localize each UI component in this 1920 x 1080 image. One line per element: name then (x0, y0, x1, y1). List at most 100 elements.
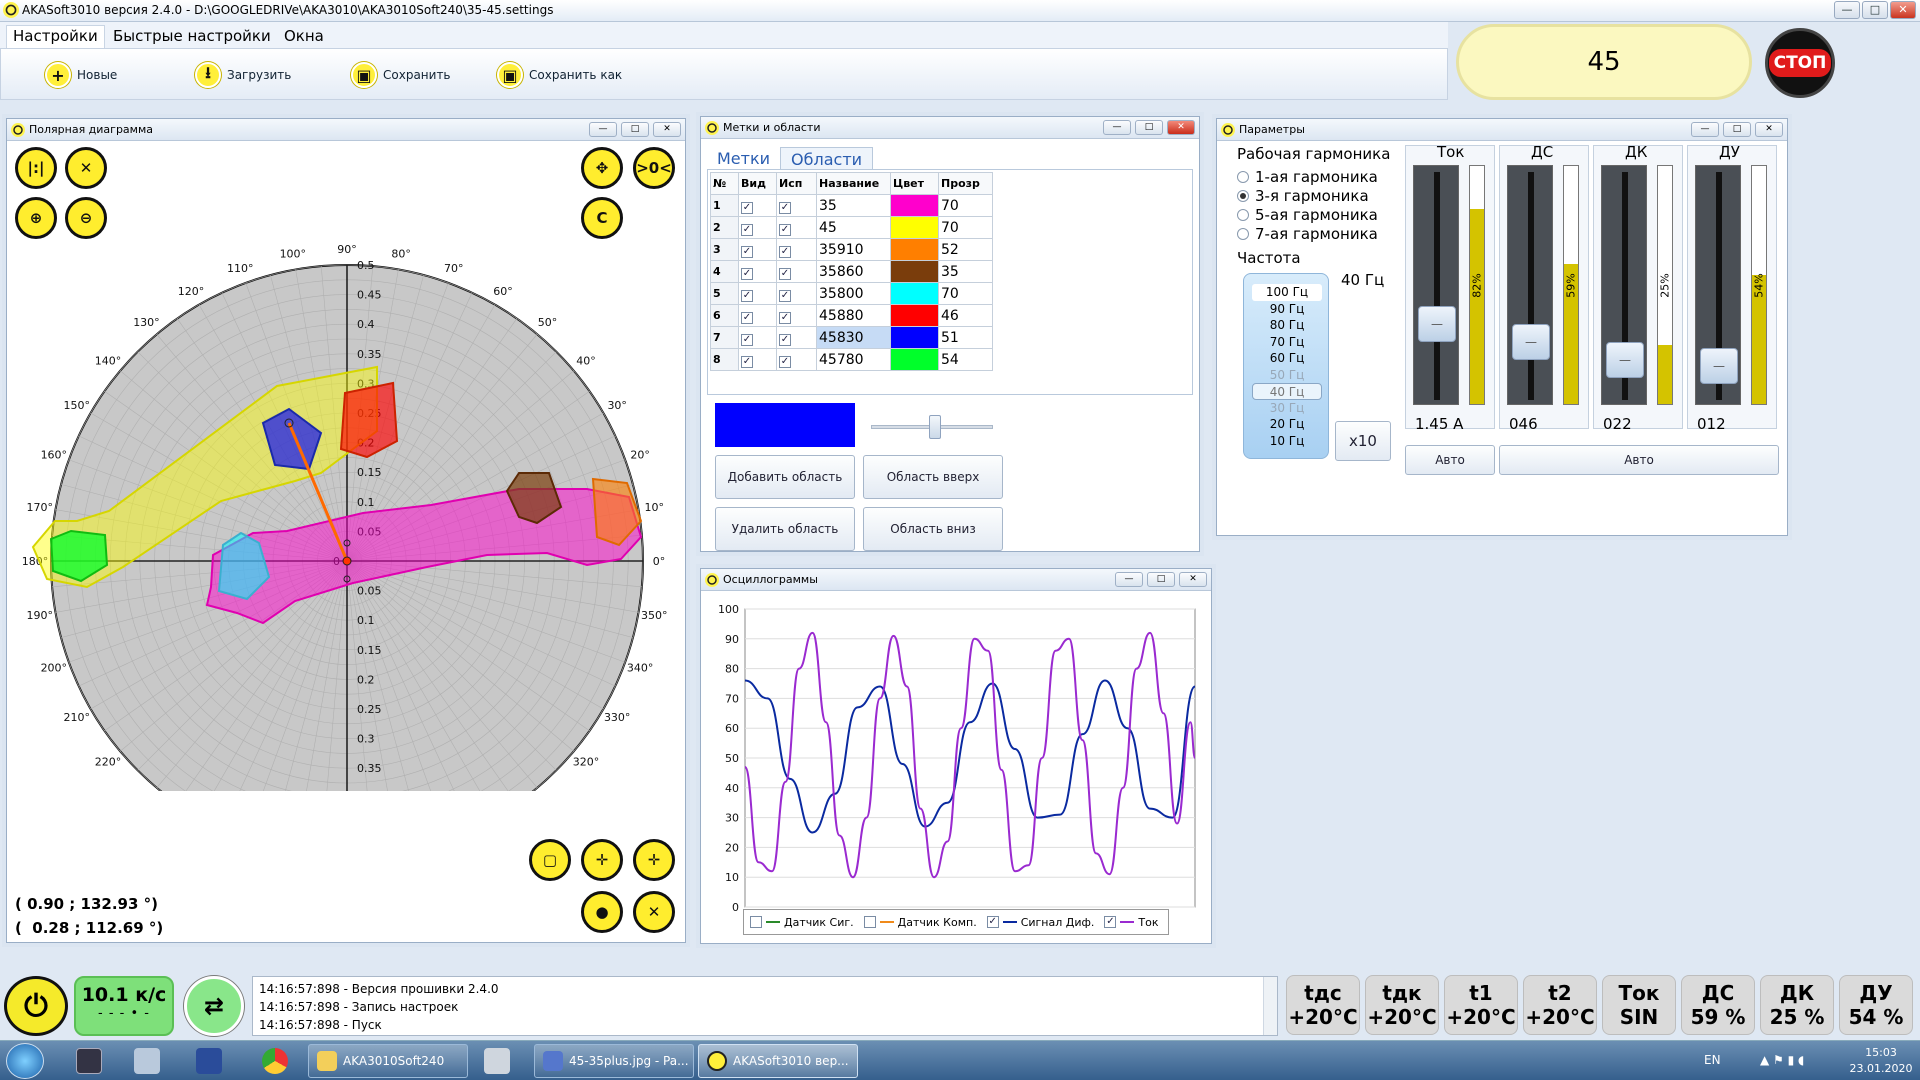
panel-close-button[interactable]: ✕ (1179, 572, 1207, 587)
area-up-button[interactable]: Область вверх (863, 455, 1003, 499)
legend-checkbox[interactable] (863, 916, 876, 928)
tab-areas[interactable]: Области (780, 147, 874, 171)
freq-item[interactable]: 50 Гц (1252, 367, 1322, 384)
table-row[interactable]: 6 ✓ ✓ 45880 46 (710, 304, 993, 327)
area-color-cell[interactable] (890, 238, 939, 261)
area-color-cell[interactable] (890, 326, 939, 349)
area-name-cell[interactable]: 35910 (816, 238, 891, 261)
freq-list[interactable]: 100 Гц 90 Гц 80 Гц 70 Гц 60 Гц 50 Гц 40 Гц 30 Г… (1243, 273, 1329, 459)
table-row[interactable]: 8 ✓ ✓ 45780 54 (710, 348, 993, 371)
area-name-cell[interactable]: 35860 (816, 260, 891, 283)
visible-checkbox[interactable]: ✓ (738, 326, 777, 349)
save-as-button[interactable]: ▣ Сохранить как (497, 61, 622, 89)
target-alt-icon[interactable]: ✛ (633, 839, 675, 881)
area-name-cell[interactable]: 45830 (816, 326, 891, 349)
alpha-slider[interactable] (871, 415, 993, 439)
area-alpha-cell[interactable]: 35 (938, 260, 993, 283)
task-paint[interactable]: 45-35plus.jpg - Pa... (534, 1044, 694, 1078)
area-name-cell[interactable]: 45880 (816, 304, 891, 327)
alpha-slider-thumb[interactable] (929, 415, 941, 439)
legend-item[interactable]: ✓ Ток (1104, 916, 1159, 929)
area-name-cell[interactable]: 45780 (816, 348, 891, 371)
freq-item[interactable]: 60 Гц (1252, 350, 1322, 367)
visible-checkbox[interactable]: ✓ (738, 238, 777, 261)
maximize-button[interactable]: □ (1862, 1, 1888, 19)
legend-item[interactable]: Датчик Сиг. (750, 916, 854, 929)
app-icon-calculator[interactable] (484, 1048, 510, 1074)
area-select-icon[interactable]: ▢ (529, 839, 571, 881)
freq-item[interactable]: 30 Гц (1252, 400, 1322, 417)
task-akasoft[interactable]: AKASoft3010 вер... (698, 1044, 858, 1078)
freq-item[interactable]: 80 Гц (1252, 317, 1322, 334)
area-alpha-cell[interactable]: 70 (938, 282, 993, 305)
channel-slider[interactable]: — (1507, 165, 1553, 405)
panel-minimize-button[interactable]: — (1691, 122, 1719, 137)
tray-icons[interactable]: ▲ ⚑ ▮ ◖ (1760, 1053, 1804, 1067)
freq-item[interactable]: 90 Гц (1252, 301, 1322, 318)
panel-close-button[interactable]: ✕ (1755, 122, 1783, 137)
panel-minimize-button[interactable]: — (1115, 572, 1143, 587)
log-scrollbar[interactable] (1263, 977, 1277, 1035)
legend-checkbox[interactable]: ✓ (986, 916, 999, 928)
used-checkbox[interactable]: ✓ (776, 260, 817, 283)
area-name-cell[interactable]: 35800 (816, 282, 891, 305)
visible-checkbox[interactable]: ✓ (738, 282, 777, 305)
start-button[interactable] (6, 1043, 44, 1079)
table-row[interactable]: 1 ✓ ✓ 35 70 (710, 194, 993, 217)
visible-checkbox[interactable]: ✓ (738, 194, 777, 217)
channel-slider-thumb[interactable]: — (1700, 348, 1738, 384)
tab-marks[interactable]: Метки (707, 147, 780, 171)
panel-close-button[interactable]: ✕ (653, 122, 681, 137)
freq-item[interactable]: 100 Гц (1252, 284, 1322, 301)
panel-minimize-button[interactable]: — (1103, 120, 1131, 135)
panel-restore-button[interactable]: □ (1723, 122, 1751, 137)
new-button[interactable]: + Новые (45, 61, 117, 89)
log-box[interactable]: 14:16:57:898 - Версия прошивки 2.4.0 14:… (252, 976, 1278, 1036)
close-button[interactable]: ✕ (1890, 1, 1916, 19)
menu-settings[interactable]: Настройки (6, 25, 105, 48)
harmonic-1[interactable]: 1-ая гармоника (1237, 167, 1378, 186)
selected-color-swatch[interactable] (715, 403, 855, 447)
area-color-cell[interactable] (890, 282, 939, 305)
area-color-cell[interactable] (890, 260, 939, 283)
menu-windows[interactable]: Окна (284, 27, 324, 45)
legend-item[interactable]: Датчик Комп. (863, 916, 977, 929)
stop-button[interactable]: СТОП (1765, 28, 1835, 98)
target-icon[interactable]: ✛ (581, 839, 623, 881)
used-checkbox[interactable]: ✓ (776, 304, 817, 327)
channel-slider[interactable]: — (1695, 165, 1741, 405)
area-name-cell[interactable]: 35 (816, 194, 891, 217)
harmonic-5[interactable]: 5-ая гармоника (1237, 205, 1378, 224)
harmonic-7[interactable]: 7-ая гармоника (1237, 224, 1378, 243)
area-color-cell[interactable] (890, 216, 939, 239)
auto-button-current[interactable]: Авто (1405, 445, 1495, 475)
freq-item[interactable]: 20 Гц (1252, 416, 1322, 433)
app-icon-books[interactable] (196, 1048, 222, 1074)
task-folder[interactable]: AKA3010Soft240 (308, 1044, 468, 1078)
harmonic-3[interactable]: 3-я гармоника (1237, 186, 1378, 205)
channel-slider[interactable]: — (1413, 165, 1459, 405)
language-indicator[interactable]: EN (1704, 1053, 1721, 1067)
load-button[interactable]: ⭳ Загрузить (195, 61, 291, 89)
visible-checkbox[interactable]: ✓ (738, 260, 777, 283)
visible-checkbox[interactable]: ✓ (738, 304, 777, 327)
legend-item[interactable]: ✓ Сигнал Диф. (986, 916, 1094, 929)
channel-slider-thumb[interactable]: — (1418, 306, 1456, 342)
freq-item[interactable]: 10 Гц (1252, 433, 1322, 450)
area-alpha-cell[interactable]: 46 (938, 304, 993, 327)
area-alpha-cell[interactable]: 52 (938, 238, 993, 261)
legend-checkbox[interactable] (750, 916, 762, 928)
area-color-cell[interactable] (890, 194, 939, 217)
used-checkbox[interactable]: ✓ (776, 326, 817, 349)
cross-dot-icon[interactable]: ✕ (633, 891, 675, 933)
app-icon-terminal[interactable] (76, 1048, 102, 1074)
area-alpha-cell[interactable]: 51 (938, 326, 993, 349)
panel-close-button[interactable]: ✕ (1167, 120, 1195, 135)
table-row[interactable]: 3 ✓ ✓ 35910 52 (710, 238, 993, 261)
auto-button-sensors[interactable]: Авто (1499, 445, 1779, 475)
used-checkbox[interactable]: ✓ (776, 194, 817, 217)
used-checkbox[interactable]: ✓ (776, 216, 817, 239)
panel-restore-button[interactable]: □ (1147, 572, 1175, 587)
clock[interactable]: 15:03 23.01.2020 (1846, 1045, 1916, 1077)
area-alpha-cell[interactable]: 70 (938, 216, 993, 239)
